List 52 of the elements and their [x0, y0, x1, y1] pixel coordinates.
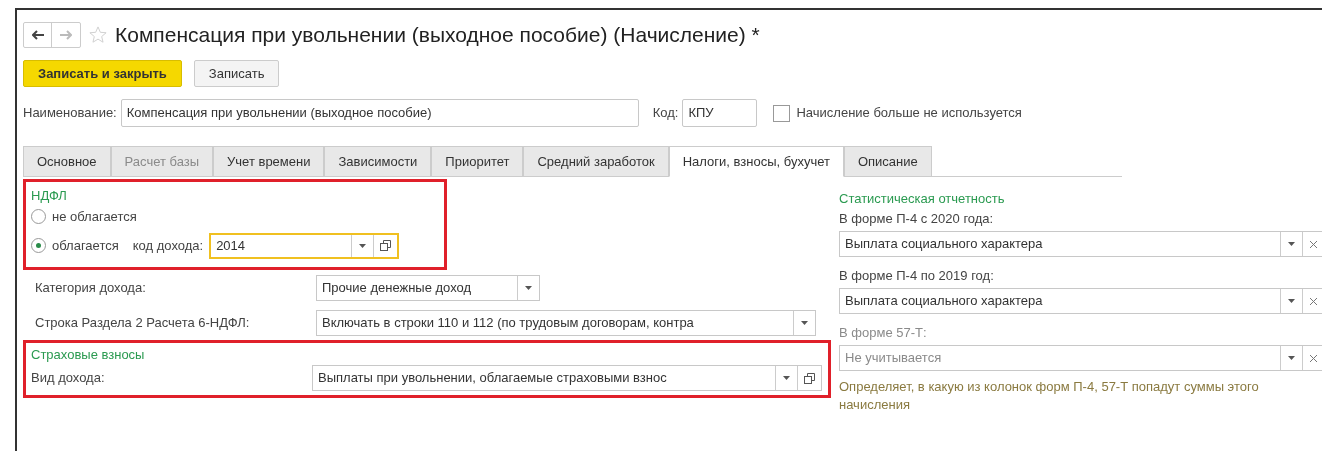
field-label: Наименование: [23, 104, 117, 123]
select-field[interactable]: Выплата социального характера [839, 288, 1322, 314]
select-field[interactable]: Прочие денежные доход [316, 274, 540, 301]
select-field[interactable]: Выплата социального характера [839, 231, 1322, 257]
select-field[interactable]: 2014 [209, 232, 400, 259]
window-title: Компенсация при увольнении (выходное пособие) (Начисление) * [115, 22, 760, 49]
tab[interactable]: Описание [843, 146, 932, 177]
field-label: код дохода: [132, 236, 204, 255]
section-title: Статистическая отчетность [839, 190, 1006, 208]
radio-button[interactable] [31, 238, 46, 253]
field-label: Код: [652, 104, 679, 123]
caret-icon [801, 320, 808, 325]
save-and-close-button[interactable]: Записать и закрыть [23, 60, 182, 87]
back-arrow-icon [31, 30, 44, 40]
caret-icon [1288, 299, 1295, 303]
field-label: Вид дохода: [31, 369, 106, 388]
radio-label: не облагается [52, 207, 137, 226]
select-field[interactable]: Выплаты при увольнении, облагаемые страховыми взнос [312, 365, 822, 391]
caret-icon [525, 285, 532, 290]
checkbox[interactable] [773, 104, 791, 122]
field-label: Строка Раздела 2 Расчета 6-НДФЛ: [35, 313, 251, 332]
section-title: Страховые взносы [31, 345, 146, 364]
star-icon[interactable] [89, 26, 107, 44]
radio-button[interactable] [31, 209, 46, 224]
caret-icon [783, 376, 790, 380]
field-label: В форме П-4 с 2020 года: [839, 210, 995, 228]
field-label: В форме 57-Т: [839, 324, 928, 342]
field-label: В форме П-4 по 2019 год: [839, 267, 995, 285]
close-icon [1310, 240, 1317, 248]
tab[interactable]: Зависимости [324, 146, 432, 177]
hint-text: Определяет, в какую из колонок форм П-4, 57-Т попадут суммы этого начисления [839, 378, 1260, 414]
caret-icon [1288, 356, 1295, 360]
open-icon [804, 372, 815, 384]
tab[interactable]: Основное [23, 146, 111, 177]
select-field[interactable]: Включать в строки 110 и 112 (по трудовым договорам, контра [316, 309, 816, 336]
radio-label: облагается [52, 236, 119, 255]
tab[interactable]: Средний заработок [523, 146, 669, 177]
tab[interactable]: Учет времени [213, 146, 325, 177]
forward-arrow-icon [60, 30, 72, 40]
field-label: Категория дохода: [35, 278, 147, 297]
caret-icon [359, 243, 367, 248]
section-title: НДФЛ [31, 187, 68, 205]
checkbox-label: Начисление больше не используется [796, 104, 1022, 123]
save-button[interactable]: Записать [193, 60, 280, 87]
tab[interactable]: Налоги, взносы, бухучет [668, 146, 844, 177]
close-icon [1310, 354, 1317, 362]
name-field[interactable]: Компенсация при увольнении (выходное пособие) [120, 99, 639, 127]
open-icon [380, 240, 392, 251]
close-icon [1310, 297, 1317, 305]
caret-icon [1288, 242, 1295, 246]
tab[interactable]: Приоритет [431, 146, 524, 177]
code-field[interactable]: КПУ [682, 99, 758, 127]
